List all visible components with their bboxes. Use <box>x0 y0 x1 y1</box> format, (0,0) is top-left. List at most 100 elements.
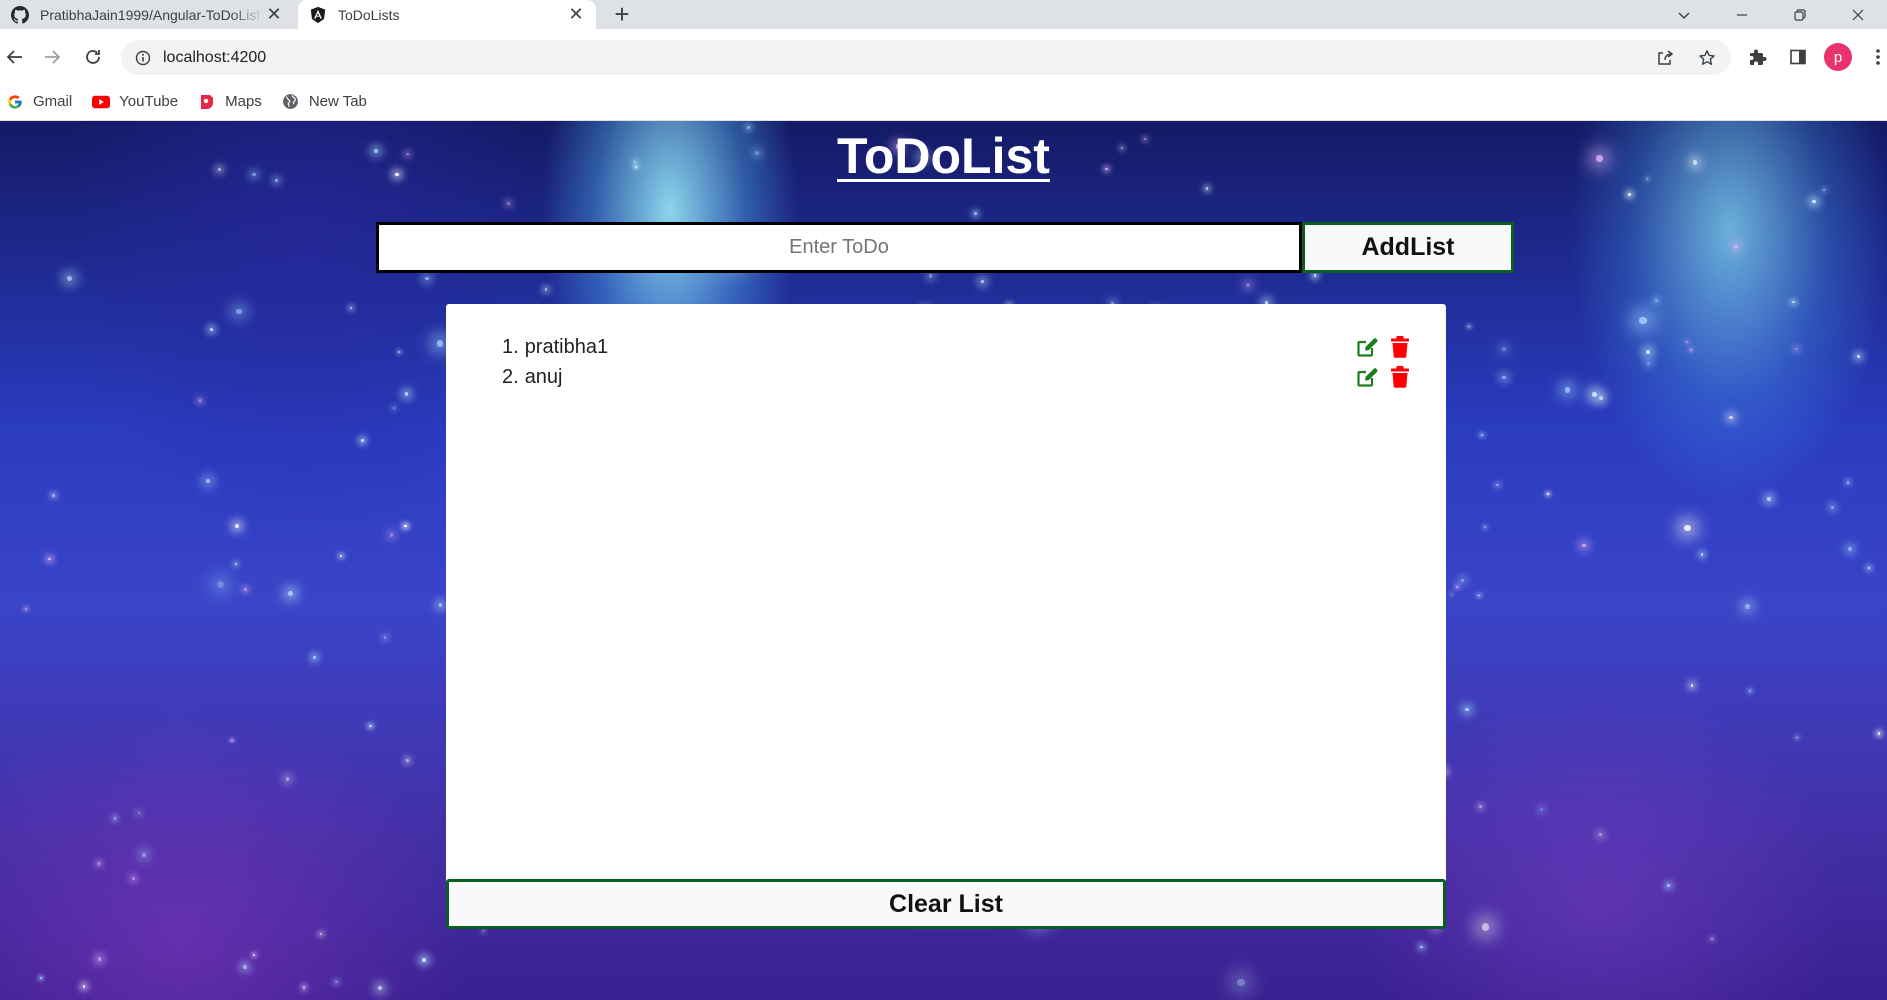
maps-icon <box>198 93 216 111</box>
star <box>1684 524 1691 532</box>
url-text: localhost:4200 <box>163 48 267 66</box>
star <box>1205 187 1209 190</box>
side-panel-icon[interactable] <box>1783 42 1813 72</box>
star <box>235 523 240 528</box>
star <box>506 202 510 206</box>
item-text: pratibha1 <box>524 335 609 358</box>
star <box>1564 387 1571 393</box>
reload-icon[interactable] <box>78 42 108 72</box>
star <box>1690 683 1694 687</box>
star <box>349 307 353 310</box>
star <box>1478 594 1480 597</box>
todo-list: 1. pratibha1 2. anuj <box>502 332 1412 392</box>
star <box>1464 707 1469 712</box>
star <box>205 479 211 484</box>
new-tab-button[interactable]: + <box>608 1 636 28</box>
star <box>1638 316 1647 325</box>
forward-arrow-icon[interactable] <box>37 42 67 72</box>
browser-toolbar: localhost:4200 p <box>0 29 1887 88</box>
star <box>398 350 400 353</box>
star <box>377 985 382 990</box>
list-item: 2. anuj <box>502 362 1412 392</box>
star <box>243 965 247 969</box>
list-item: 1. pratibha1 <box>502 332 1412 362</box>
star-icon[interactable] <box>1695 46 1719 70</box>
star <box>1877 732 1881 735</box>
star <box>1748 690 1751 693</box>
star <box>252 954 255 957</box>
star <box>98 862 101 865</box>
todo-input[interactable] <box>376 222 1302 273</box>
star <box>1237 978 1245 987</box>
extensions-icon[interactable] <box>1743 42 1773 72</box>
star <box>52 494 55 497</box>
star <box>928 274 932 278</box>
star <box>1599 396 1603 401</box>
star <box>340 554 343 557</box>
restore-icon[interactable] <box>1771 0 1829 29</box>
star <box>1690 349 1692 351</box>
star <box>361 439 364 443</box>
close-icon[interactable]: ✕ <box>264 4 284 25</box>
star <box>1686 341 1688 343</box>
star <box>1313 273 1317 277</box>
trash-icon[interactable] <box>1388 365 1412 389</box>
star <box>1456 585 1459 588</box>
bookmark-maps[interactable]: Maps <box>198 93 262 111</box>
star <box>1734 245 1739 250</box>
edit-icon[interactable] <box>1355 335 1379 359</box>
star <box>97 957 102 961</box>
chevron-down-icon[interactable] <box>1655 0 1713 29</box>
clear-list-button[interactable]: Clear List <box>446 879 1446 929</box>
back-arrow-icon[interactable] <box>0 42 30 72</box>
star <box>1729 415 1733 420</box>
trash-icon[interactable] <box>1388 335 1412 359</box>
info-icon[interactable] <box>133 48 153 68</box>
star <box>1857 354 1861 358</box>
star <box>1666 883 1670 887</box>
edit-icon[interactable] <box>1355 365 1379 389</box>
todo-list-card: 1. pratibha1 2. anuj <box>446 304 1446 900</box>
star <box>285 777 290 781</box>
menu-icon[interactable] <box>1863 42 1887 72</box>
bookmark-youtube[interactable]: YouTube <box>92 93 178 111</box>
tab-todolists[interactable]: ToDoLists ✕ <box>298 0 596 29</box>
star <box>438 603 443 607</box>
bookmarks-bar: Gmail YouTube Maps New Tab <box>0 83 1887 121</box>
star <box>1482 923 1490 931</box>
star <box>198 399 202 402</box>
star <box>422 957 426 962</box>
window-controls <box>1655 0 1887 29</box>
star <box>82 985 86 989</box>
star <box>1547 492 1549 495</box>
add-list-button[interactable]: AddList <box>1302 222 1514 273</box>
star <box>137 811 141 815</box>
star <box>369 725 372 728</box>
star <box>1468 325 1470 328</box>
star <box>1496 483 1499 486</box>
minimize-icon[interactable] <box>1713 0 1771 29</box>
tab-github[interactable]: PratibhaJain1999/Angular-ToDoList ✕ <box>0 0 294 29</box>
star <box>1646 361 1650 366</box>
bookmark-gmail[interactable]: Gmail <box>6 93 72 111</box>
close-icon[interactable]: ✕ <box>566 4 586 25</box>
bookmark-label: YouTube <box>119 93 179 110</box>
star <box>1795 347 1799 351</box>
star <box>1481 433 1484 436</box>
star <box>1581 543 1586 548</box>
profile-avatar[interactable]: p <box>1823 42 1853 72</box>
star <box>1591 391 1597 397</box>
bookmark-new-tab[interactable]: New Tab <box>282 93 367 111</box>
star <box>1847 481 1850 484</box>
star <box>236 308 242 315</box>
star <box>141 853 146 858</box>
address-bar[interactable]: localhost:4200 <box>121 40 1731 75</box>
close-window-icon[interactable] <box>1829 0 1887 29</box>
share-icon[interactable] <box>1653 46 1677 70</box>
item-number: 1. <box>502 335 519 358</box>
star <box>132 877 136 880</box>
star <box>974 211 977 215</box>
star <box>24 608 27 611</box>
star <box>1627 192 1631 196</box>
star <box>1767 497 1772 501</box>
